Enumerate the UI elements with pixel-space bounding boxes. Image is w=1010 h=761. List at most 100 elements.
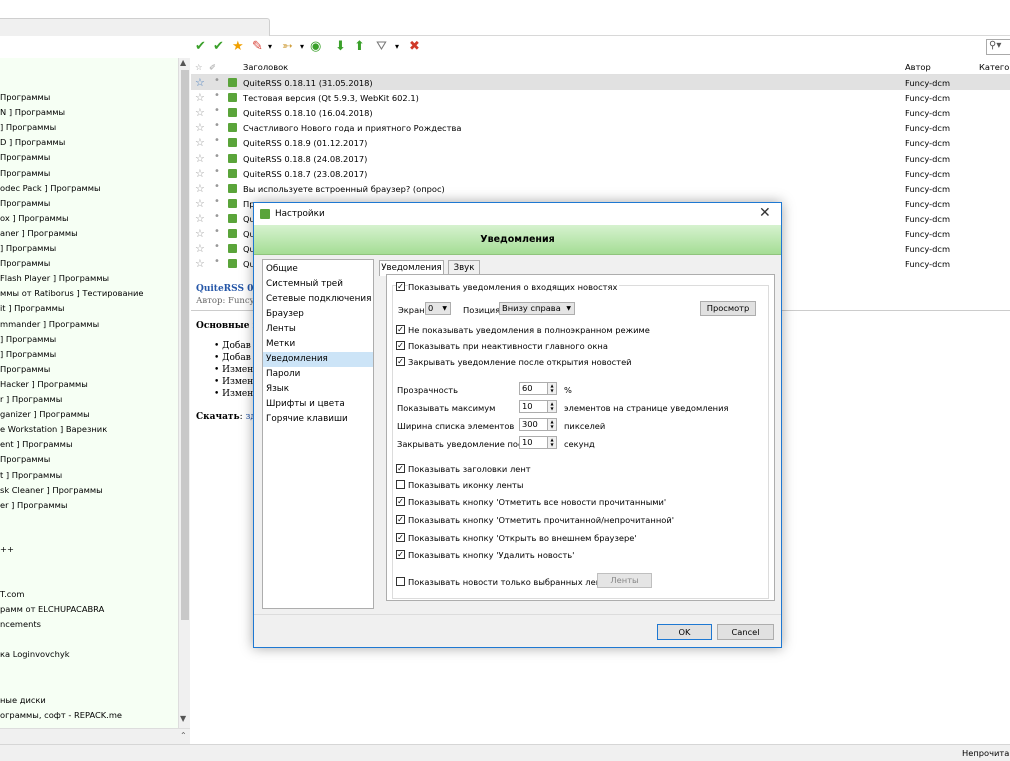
tree-item[interactable]: Программы	[0, 364, 50, 374]
read-status-icon[interactable]: •	[214, 105, 220, 116]
tree-item[interactable]: mmander ] Программы	[0, 319, 99, 329]
show-notifications-checkbox[interactable]: ✓	[396, 282, 405, 291]
label-dropdown-icon[interactable]: ▾	[268, 39, 272, 55]
tree-item[interactable]: ent ] Программы	[0, 439, 73, 449]
settings-category-item[interactable]: Системный трей	[263, 277, 373, 292]
star-icon[interactable]: ☆	[195, 182, 205, 195]
read-status-icon[interactable]: •	[214, 120, 220, 131]
settings-category-item[interactable]: Сетевые подключения	[263, 292, 373, 307]
settings-category-item[interactable]: Язык	[263, 382, 373, 397]
news-row[interactable]: ☆ • Счастливого Нового года и приятного Ро…	[191, 120, 1010, 135]
read-status-icon[interactable]: •	[214, 181, 220, 192]
news-row[interactable]: ☆ • Тестовая версия (Qt 5.9.3, WebKit 602.…	[191, 90, 1010, 105]
position-select[interactable]: Внизу справа ▼	[499, 302, 575, 315]
column-category[interactable]: Категор	[979, 62, 1010, 72]
star-icon[interactable]: ☆	[195, 76, 205, 89]
read-status-icon[interactable]: •	[214, 226, 220, 237]
star-icon[interactable]: ☆	[195, 257, 205, 270]
settings-category-item[interactable]: Общие	[263, 262, 373, 277]
tree-item[interactable]: odec Pack ] Программы	[0, 183, 101, 193]
transparency-spinbox[interactable]: 60 ▲ ▼	[519, 382, 557, 395]
open-browser-button-checkbox[interactable]: ✓	[396, 533, 405, 542]
read-status-icon[interactable]: •	[214, 211, 220, 222]
column-author[interactable]: Автор	[905, 62, 931, 72]
star-icon[interactable]: ☆	[195, 242, 205, 255]
screen-select[interactable]: 0 ▼	[425, 302, 451, 315]
tree-item[interactable]: N ] Программы	[0, 107, 65, 117]
tree-item[interactable]: Flash Player ] Программы	[0, 273, 109, 283]
feed-titles-checkbox[interactable]: ✓	[396, 464, 405, 473]
tree-item[interactable]: r ] Программы	[0, 394, 62, 404]
tree-item[interactable]: T.com	[0, 589, 24, 599]
next-unread-icon[interactable]: ⬇	[335, 39, 346, 55]
news-row[interactable]: ☆ • Вы используете встроенный браузер? (оп…	[191, 181, 1010, 196]
star-icon[interactable]: ☆	[195, 136, 205, 149]
news-row[interactable]: ☆ • QuiteRSS 0.18.7 (23.08.2017) Funcy-dcm	[191, 166, 1010, 181]
news-row[interactable]: ☆ • QuiteRSS 0.18.10 (16.04.2018) Funcy-dcm	[191, 105, 1010, 120]
list-width-spinbox[interactable]: 300 ▲ ▼	[519, 418, 557, 431]
tree-item[interactable]: ++	[0, 544, 14, 554]
tree-item[interactable]: ] Программы	[0, 243, 56, 253]
column-title[interactable]: Заголовок	[243, 62, 288, 72]
chevron-up-icon[interactable]: ⌃	[180, 731, 187, 740]
news-row[interactable]: ☆ • QuiteRSS 0.18.9 (01.12.2017) Funcy-dcm	[191, 135, 1010, 150]
read-status-icon[interactable]: •	[214, 256, 220, 267]
mark-read-icon[interactable]: ✔	[195, 39, 206, 55]
read-status-icon[interactable]: •	[214, 75, 220, 86]
tree-item[interactable]: Программы	[0, 152, 50, 162]
tree-item[interactable]: Hacker ] Программы	[0, 379, 88, 389]
tree-item[interactable]: ganizer ] Программы	[0, 409, 90, 419]
tree-item[interactable]: ] Программы	[0, 334, 56, 344]
tree-item[interactable]: t ] Программы	[0, 470, 62, 480]
delete-button-checkbox[interactable]: ✓	[396, 550, 405, 559]
dialog-titlebar[interactable]: Настройки ✕	[254, 203, 781, 225]
settings-category-item[interactable]: Уведомления	[263, 352, 373, 367]
browser-globe-icon[interactable]: ◉	[310, 39, 321, 55]
filter-dropdown-icon[interactable]: ▾	[395, 39, 399, 55]
tree-item[interactable]: ox ] Программы	[0, 213, 69, 223]
no-fullscreen-checkbox[interactable]: ✓	[396, 325, 405, 334]
news-row[interactable]: ☆ • QuiteRSS 0.18.11 (31.05.2018) Funcy-dcm	[191, 75, 1010, 90]
feeds-button[interactable]: Ленты	[597, 573, 652, 588]
read-column-icon[interactable]: ✐	[209, 62, 216, 72]
selected-feeds-checkbox[interactable]	[396, 577, 405, 586]
scroll-down-icon[interactable]: ▼	[180, 714, 186, 723]
settings-category-item[interactable]: Пароли	[263, 367, 373, 382]
star-icon[interactable]: ☆	[195, 227, 205, 240]
ok-button[interactable]: OK	[657, 624, 712, 640]
cancel-button[interactable]: Cancel	[717, 624, 774, 640]
show-max-spinbox[interactable]: 10 ▲ ▼	[519, 400, 557, 413]
read-status-icon[interactable]: •	[214, 241, 220, 252]
prev-unread-icon[interactable]: ⬆	[354, 39, 365, 55]
settings-category-item[interactable]: Метки	[263, 337, 373, 352]
tree-item[interactable]: er ] Программы	[0, 500, 67, 510]
spinner-arrows-icon[interactable]: ▲ ▼	[547, 383, 556, 394]
mark-all-read-icon[interactable]: ✔	[213, 39, 224, 55]
tree-item[interactable]: ммы от Ratiborus ] Тестирование	[0, 288, 144, 298]
close-after-open-checkbox[interactable]: ✓	[396, 357, 405, 366]
feed-icon-checkbox[interactable]	[396, 480, 405, 489]
tree-item[interactable]: рамм от ELCHUPACABRA	[0, 604, 104, 614]
tree-item[interactable]: ncements	[0, 619, 41, 629]
star-icon[interactable]: ☆	[195, 121, 205, 134]
share-icon[interactable]: ➳	[282, 39, 293, 55]
tree-item[interactable]: ные диски	[0, 695, 46, 705]
tab-sound[interactable]: Звук	[448, 260, 480, 275]
close-icon[interactable]: ✕	[759, 205, 771, 221]
show-inactive-checkbox[interactable]: ✓	[396, 341, 405, 350]
read-status-icon[interactable]: •	[214, 196, 220, 207]
settings-category-item[interactable]: Горячие клавиши	[263, 412, 373, 427]
tree-item[interactable]: Программы	[0, 198, 50, 208]
star-icon[interactable]: ☆	[195, 91, 205, 104]
tree-item[interactable]: Программы	[0, 258, 50, 268]
star-icon[interactable]: ☆	[195, 167, 205, 180]
star-icon[interactable]: ☆	[195, 212, 205, 225]
read-status-icon[interactable]: •	[214, 166, 220, 177]
tree-item[interactable]: Программы	[0, 168, 50, 178]
tree-item[interactable]: e Workstation ] Варезник	[0, 424, 107, 434]
search-input[interactable]: ⚲▾	[986, 39, 1010, 55]
spinner-arrows-icon[interactable]: ▲ ▼	[547, 419, 556, 430]
tree-scrollbar[interactable]: ▲ ▼	[178, 58, 190, 728]
spinner-arrows-icon[interactable]: ▲ ▼	[547, 437, 556, 448]
settings-category-item[interactable]: Ленты	[263, 322, 373, 337]
